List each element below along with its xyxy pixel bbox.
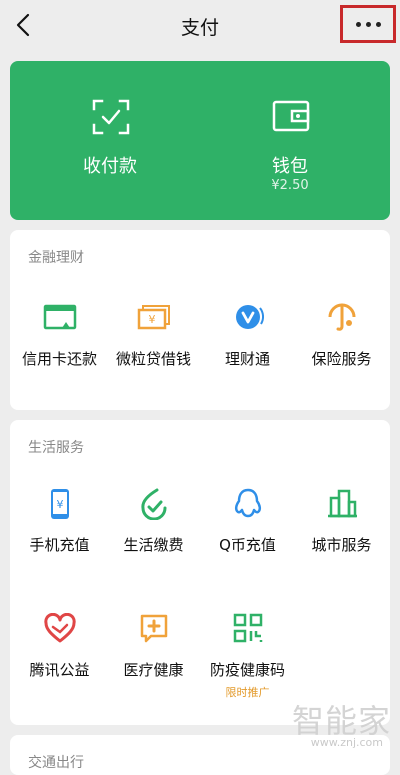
service-qcoin[interactable]: Q币充值	[200, 488, 295, 578]
svg-text:¥: ¥	[149, 313, 156, 326]
service-phone-topup[interactable]: ¥ 手机充值	[12, 488, 107, 578]
money-bill-icon: ¥	[137, 305, 170, 330]
wallet-button[interactable]: 钱包 ¥2.50	[195, 61, 385, 220]
heart-charity-icon	[44, 613, 76, 643]
scan-check-icon	[92, 99, 130, 135]
qr-code-icon	[233, 613, 263, 643]
svg-text:¥: ¥	[57, 498, 64, 511]
service-bill-payment[interactable]: 生活缴费	[106, 488, 201, 578]
leaf-check-icon	[141, 488, 167, 520]
qq-penguin-icon	[234, 488, 262, 518]
promo-badge: 限时推广	[225, 686, 270, 699]
service-licaitong[interactable]: 理财通	[200, 302, 295, 392]
insurance-umbrella-icon	[328, 303, 356, 331]
service-medical[interactable]: 医疗健康	[106, 613, 201, 703]
service-label: 保险服务	[311, 350, 372, 368]
service-label: 防疫健康码	[209, 661, 285, 679]
wealth-icon	[236, 305, 265, 329]
more-options-button[interactable]	[340, 5, 396, 43]
service-label: 生活缴费	[123, 536, 184, 554]
transport-section: 交通出行	[10, 735, 390, 775]
phone-topup-icon: ¥	[51, 489, 69, 519]
wallet-icon	[272, 100, 310, 132]
service-insurance[interactable]: 保险服务	[294, 302, 389, 392]
city-buildings-icon	[328, 489, 357, 518]
credit-card-icon	[43, 304, 77, 330]
service-label: 城市服务	[311, 536, 372, 554]
medical-cross-icon	[140, 614, 168, 643]
section-title: 金融理财	[28, 250, 84, 266]
wallet-card: 收付款 钱包 ¥2.50	[10, 61, 390, 220]
service-city[interactable]: 城市服务	[294, 488, 389, 578]
service-label: 理财通	[224, 350, 270, 368]
service-label: 微粒贷借钱	[115, 350, 191, 368]
section-title: 交通出行	[28, 755, 84, 771]
section-title: 生活服务	[28, 440, 84, 456]
service-charity[interactable]: 腾讯公益	[12, 613, 107, 703]
service-credit-card[interactable]: 信用卡还款	[12, 302, 107, 392]
service-label: 医疗健康	[123, 661, 184, 679]
service-label: 手机充值	[29, 536, 90, 554]
wallet-balance: ¥2.50	[271, 178, 309, 193]
service-label: Q币充值	[219, 536, 276, 554]
receive-pay-button[interactable]: 收付款	[15, 61, 205, 220]
finance-section: 金融理财 信用卡还款 ¥ 微粒贷借钱 理财通 保险服务	[10, 230, 390, 410]
service-label: 信用卡还款	[21, 350, 97, 368]
service-weilidai[interactable]: ¥ 微粒贷借钱	[106, 302, 201, 392]
service-label: 腾讯公益	[29, 661, 90, 679]
more-dots-icon	[355, 21, 381, 27]
life-services-section: 生活服务 ¥ 手机充值 生活缴费 Q币充值 城市服务 腾讯公益 医疗健康 防疫健…	[10, 420, 390, 725]
receive-pay-label: 收付款	[83, 156, 137, 177]
wallet-label: 钱包	[272, 156, 308, 177]
service-health-code[interactable]: 防疫健康码 限时推广	[200, 613, 295, 703]
top-bar: 支付	[0, 0, 400, 52]
